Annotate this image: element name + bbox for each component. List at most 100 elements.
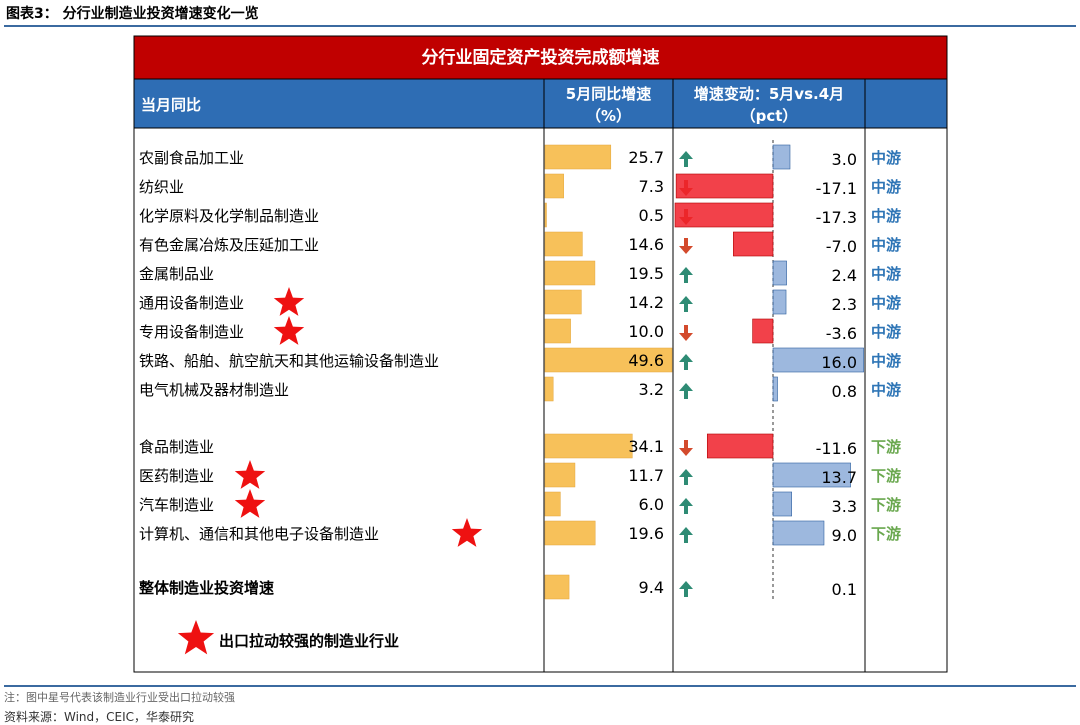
header-growth-line1: 5月同比增速 — [566, 85, 651, 103]
growth-value: 14.6 — [628, 235, 664, 254]
up-arrow-icon — [679, 469, 693, 485]
star-icon — [273, 287, 305, 316]
header-monthly-yoy: 当月同比 — [141, 96, 201, 114]
growth-value: 19.5 — [628, 264, 664, 283]
growth-value: 49.6 — [628, 351, 664, 370]
growth-bar — [544, 260, 596, 286]
up-arrow-icon — [679, 267, 693, 283]
industry-label: 金属制品业 — [139, 265, 214, 283]
change-bar — [772, 491, 792, 517]
change-bar — [674, 202, 774, 228]
growth-bar — [544, 231, 583, 257]
stream-tag: 中游 — [871, 236, 901, 254]
growth-bar — [544, 520, 596, 546]
industry-label: 有色金属冶炼及压延加工业 — [139, 236, 319, 254]
growth-value: 3.2 — [639, 380, 664, 399]
down-arrow-icon — [679, 325, 693, 341]
legend-star-icon — [177, 620, 215, 655]
stream-tag: 中游 — [871, 265, 901, 283]
header-change-line1: 增速变动：5月vs.4月 — [694, 85, 844, 103]
change-value: -11.6 — [816, 439, 857, 458]
change-value: -7.0 — [826, 237, 857, 256]
up-arrow-icon — [679, 527, 693, 543]
star-icon — [451, 518, 483, 547]
growth-bar — [544, 433, 633, 459]
change-value: 16.0 — [821, 353, 857, 372]
growth-table-chart: 分行业固定资产投资完成额增速当月同比 5月同比增速 （%） 增速变动：5月vs.4月 （… — [133, 35, 948, 673]
industry-label: 电气机械及器材制造业 — [139, 381, 289, 399]
legend-text: 出口拉动较强的制造业行业 — [219, 632, 399, 650]
industry-label: 铁路、船舶、航空航天和其他运输设备制造业 — [139, 352, 439, 370]
industry-label: 食品制造业 — [139, 438, 214, 456]
change-value: 3.3 — [832, 497, 857, 516]
growth-value: 25.7 — [628, 148, 664, 167]
change-value: -17.1 — [816, 179, 857, 198]
change-value: 13.7 — [821, 468, 857, 487]
up-arrow-icon — [679, 296, 693, 312]
growth-bar — [544, 462, 576, 488]
industry-label: 医药制造业 — [139, 467, 214, 485]
change-value: 9.0 — [832, 526, 857, 545]
growth-bar — [544, 318, 571, 344]
stream-tag: 中游 — [871, 207, 901, 225]
change-value: -3.6 — [826, 324, 857, 343]
growth-value: 19.6 — [628, 524, 664, 543]
industry-label: 通用设备制造业 — [139, 294, 244, 312]
stream-tag: 中游 — [871, 352, 901, 370]
industry-label: 汽车制造业 — [139, 496, 214, 514]
change-bar — [706, 433, 774, 459]
change-value: 2.4 — [832, 266, 857, 285]
table-title: 分行业固定资产投资完成额增速 — [422, 47, 660, 68]
growth-value: 11.7 — [628, 466, 664, 485]
bottom-rule — [4, 685, 1076, 687]
stream-tag: 中游 — [871, 323, 901, 341]
up-arrow-icon — [679, 151, 693, 167]
industry-label: 纺织业 — [139, 178, 184, 196]
change-bar — [675, 173, 774, 199]
change-bar — [772, 260, 787, 286]
change-value: -17.3 — [816, 208, 857, 227]
stream-tag: 下游 — [871, 438, 901, 456]
growth-bar — [544, 202, 547, 228]
stream-tag: 下游 — [871, 525, 901, 543]
down-arrow-icon — [679, 238, 693, 254]
down-arrow-icon — [679, 440, 693, 456]
growth-value: 14.2 — [628, 293, 664, 312]
change-bar — [733, 231, 774, 257]
growth-value: 0.5 — [639, 206, 664, 225]
industry-label: 计算机、通信和其他电子设备制造业 — [139, 525, 379, 543]
change-bar — [772, 376, 778, 402]
footnote: 注：图中星号代表该制造业行业受出口拉动较强 — [4, 691, 235, 704]
change-bar — [752, 318, 774, 344]
growth-bar — [544, 144, 612, 170]
industry-label: 化学原料及化学制品制造业 — [139, 207, 319, 225]
growth-bar — [544, 173, 564, 199]
stream-tag: 中游 — [871, 178, 901, 196]
change-value: 3.0 — [832, 150, 857, 169]
growth-value: 9.4 — [639, 578, 664, 597]
stream-tag: 中游 — [871, 149, 901, 167]
up-arrow-icon — [679, 354, 693, 370]
stream-tag: 下游 — [871, 467, 901, 485]
change-value: 2.3 — [832, 295, 857, 314]
source-note: 资料来源：Wind，CEIC，华泰研究 — [4, 710, 195, 724]
industry-label: 农副食品加工业 — [139, 149, 244, 167]
up-arrow-icon — [679, 581, 693, 597]
industry-label: 专用设备制造业 — [139, 323, 244, 341]
header-change-line2: （pct） — [741, 107, 798, 125]
growth-bar — [544, 574, 570, 600]
growth-value: 34.1 — [628, 437, 664, 456]
growth-bar — [544, 491, 561, 517]
star-icon — [234, 489, 266, 518]
stream-tag: 中游 — [871, 294, 901, 312]
growth-bar — [544, 376, 554, 402]
change-bar — [772, 520, 825, 546]
change-bar — [772, 144, 791, 170]
change-value: 0.1 — [832, 580, 857, 599]
growth-value: 7.3 — [639, 177, 664, 196]
up-arrow-icon — [679, 498, 693, 514]
stream-tag: 中游 — [871, 381, 901, 399]
star-icon — [273, 316, 305, 345]
header-growth-line2: （%） — [586, 107, 631, 125]
growth-bar — [544, 289, 582, 315]
